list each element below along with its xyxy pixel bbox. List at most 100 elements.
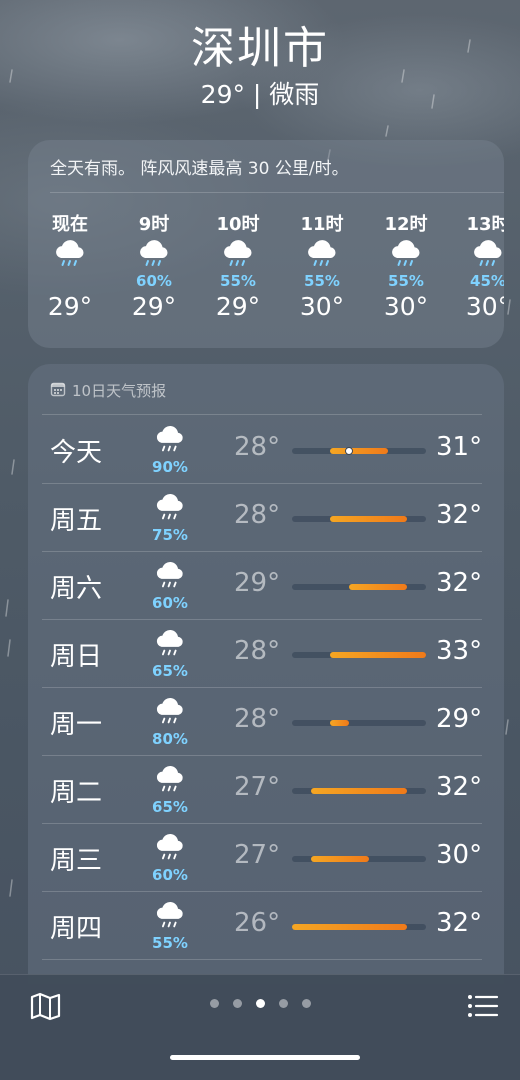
cloud-rain-icon: [282, 238, 362, 272]
divider: [42, 414, 482, 415]
day-row[interactable]: 周日 65% 28° 33°: [28, 620, 504, 688]
hour-item: 10时 55% 29°: [198, 210, 278, 326]
page-dot[interactable]: [278, 999, 288, 1008]
day-precip-probability: 55%: [152, 934, 188, 952]
day-high-temp: 30°: [436, 840, 483, 870]
temp-range-bar: [330, 720, 350, 726]
cloud-rain-icon: [148, 832, 192, 864]
temp-range-bar: [311, 856, 369, 862]
page-dot[interactable]: [232, 999, 242, 1008]
ten-day-title: 10日天气预报: [72, 382, 167, 400]
day-low-temp: 27°: [234, 772, 281, 802]
page-dot[interactable]: [301, 999, 311, 1008]
temp-range-bar: [311, 788, 407, 794]
temp-range-track: [292, 584, 426, 590]
day-high-temp: 32°: [436, 908, 483, 938]
cloud-rain-icon: [148, 900, 192, 932]
cloud-rain-icon: [30, 238, 110, 272]
cloud-rain-icon: [148, 764, 192, 796]
hour-temperature: 29°: [215, 292, 261, 321]
day-high-temp: 32°: [436, 568, 483, 598]
day-name: 周三: [50, 846, 103, 876]
list-icon[interactable]: [466, 991, 500, 1021]
hour-time: 现在: [52, 214, 88, 235]
cloud-rain-icon: [366, 238, 446, 272]
hour-item: 现在 29°: [30, 210, 110, 326]
page-indicator[interactable]: [0, 999, 520, 1008]
day-row[interactable]: 周五 75% 28° 32°: [28, 484, 504, 552]
hour-temperature: 30°: [383, 292, 429, 321]
home-indicator: [170, 1055, 360, 1060]
day-high-temp: 29°: [436, 704, 483, 734]
hour-temperature: 29°: [47, 292, 93, 321]
day-high-temp: 32°: [436, 500, 483, 530]
temp-range-track: [292, 652, 426, 658]
temp-range-track: [292, 516, 426, 522]
hour-item: 13时 45% 30°: [448, 210, 504, 326]
cloud-rain-icon: [148, 560, 192, 592]
day-name: 周五: [50, 506, 103, 536]
hourly-forecast-card[interactable]: 全天有雨。 阵风风速最高 30 公里/时。 现在 29° 9时 60% 29° …: [28, 140, 504, 348]
cloud-rain-icon: [114, 238, 194, 272]
ten-day-header: 10日天气预报: [50, 380, 166, 401]
day-low-temp: 28°: [234, 636, 281, 666]
cloud-rain-icon: [148, 696, 192, 728]
hour-item: 12时 55% 30°: [366, 210, 446, 326]
day-precip-probability: 90%: [152, 458, 188, 476]
hour-temperature: 29°: [131, 292, 177, 321]
day-row[interactable]: 周一 80% 28° 29°: [28, 688, 504, 756]
day-precip-probability: 60%: [152, 594, 188, 612]
temp-range-track: [292, 788, 426, 794]
day-row[interactable]: 周四 55% 26° 32°: [28, 892, 504, 960]
location-header: 深圳市 29° | 微雨: [0, 22, 520, 112]
cloud-rain-icon: [148, 492, 192, 524]
day-row[interactable]: 周三 60% 27° 30°: [28, 824, 504, 892]
temp-range-bar: [330, 448, 388, 454]
calendar-icon: [50, 381, 66, 401]
forecast-summary: 全天有雨。 阵风风速最高 30 公里/时。: [50, 159, 349, 179]
hour-time: 13时: [466, 214, 504, 235]
day-low-temp: 29°: [234, 568, 281, 598]
hour-precip-probability: 55%: [304, 272, 340, 290]
day-low-temp: 28°: [234, 432, 281, 462]
day-low-temp: 26°: [234, 908, 281, 938]
temp-range-bar: [292, 924, 407, 930]
day-low-temp: 28°: [234, 500, 281, 530]
hour-time: 10时: [216, 214, 260, 235]
page-dot[interactable]: [255, 999, 265, 1008]
temp-range-bar: [349, 584, 407, 590]
temp-range-track: [292, 924, 426, 930]
temp-range-track: [292, 856, 426, 862]
page-dot[interactable]: [209, 999, 219, 1008]
day-low-temp: 27°: [234, 840, 281, 870]
hour-time: 12时: [384, 214, 428, 235]
current-conditions: 29° | 微雨: [200, 80, 320, 109]
day-row[interactable]: 周六 60% 29° 32°: [28, 552, 504, 620]
hour-precip-probability: 45%: [470, 272, 504, 290]
day-row[interactable]: 今天 90% 28° 31°: [28, 416, 504, 484]
hour-time: 9时: [138, 214, 170, 235]
day-precip-probability: 65%: [152, 798, 188, 816]
day-name: 周六: [50, 574, 103, 604]
hour-item: 9时 60% 29°: [114, 210, 194, 326]
day-row[interactable]: 周二 65% 27° 32°: [28, 756, 504, 824]
cloud-rain-icon: [198, 238, 278, 272]
day-high-temp: 31°: [436, 432, 483, 462]
ten-day-forecast-card[interactable]: 10日天气预报 今天 90% 28° 31° 周五 75% 28° 32° 周六 60% 29° 32…: [28, 364, 504, 984]
day-low-temp: 28°: [234, 704, 281, 734]
day-name: 周一: [50, 710, 103, 740]
hour-precip-probability: 55%: [388, 272, 424, 290]
day-precip-probability: 75%: [152, 526, 188, 544]
day-precip-probability: 65%: [152, 662, 188, 680]
day-name: 周四: [50, 914, 103, 944]
divider: [42, 959, 482, 960]
cloud-rain-icon: [148, 424, 192, 456]
temp-range-bar: [330, 516, 407, 522]
hour-temperature: 30°: [465, 292, 504, 321]
day-high-temp: 32°: [436, 772, 483, 802]
hour-time: 11时: [300, 214, 344, 235]
divider: [50, 192, 504, 193]
hour-precip-probability: 60%: [136, 272, 172, 290]
temp-range-track: [292, 447, 426, 455]
temp-range-track: [292, 720, 426, 726]
